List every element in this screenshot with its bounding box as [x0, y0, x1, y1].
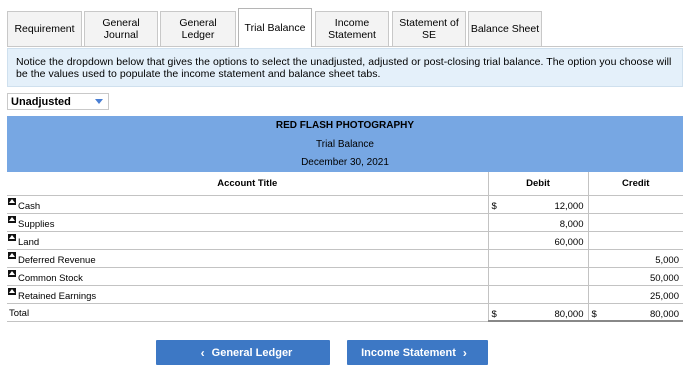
- column-header-credit: Credit: [588, 172, 683, 196]
- account-name: Land: [18, 236, 40, 248]
- account-cell[interactable]: Common Stock: [7, 267, 489, 286]
- tab-bar: Requirement General Journal General Ledg…: [7, 8, 683, 48]
- debit-cell[interactable]: $ 12,000: [488, 195, 589, 214]
- dollar-sign: $: [491, 308, 497, 320]
- debit-amount: 12,000: [554, 200, 584, 212]
- table-row: Deferred Revenue 5,000: [7, 249, 683, 268]
- arrow-up-icon: [8, 269, 16, 277]
- chevron-right-icon: ›: [462, 345, 467, 360]
- credit-amount: 5,000: [655, 254, 679, 266]
- trial-balance-type-select[interactable]: Unadjusted: [7, 93, 109, 110]
- credit-cell[interactable]: [588, 213, 683, 232]
- account-cell[interactable]: Supplies: [7, 213, 489, 232]
- tab-statement-of-se[interactable]: Statement of SE: [392, 11, 466, 46]
- next-button-label: Income Statement: [361, 346, 456, 359]
- arrow-up-icon: [8, 251, 16, 259]
- report-date: December 30, 2021: [301, 157, 389, 168]
- tab-income-statement[interactable]: Income Statement: [315, 11, 389, 46]
- total-label-cell: Total: [7, 303, 489, 322]
- table-header-row: Account Title Debit Credit: [7, 172, 683, 196]
- account-name: Supplies: [18, 218, 55, 230]
- tab-balance-sheet[interactable]: Balance Sheet: [468, 11, 542, 46]
- credit-cell[interactable]: 25,000: [588, 285, 683, 304]
- tab-requirement[interactable]: Requirement: [7, 11, 82, 46]
- debit-amount: 8,000: [559, 218, 584, 230]
- tab-trial-balance[interactable]: Trial Balance: [238, 8, 312, 47]
- report-title: Trial Balance: [316, 139, 374, 150]
- credit-cell[interactable]: 50,000: [588, 267, 683, 286]
- account-cell[interactable]: Cash: [7, 195, 489, 214]
- tab-general-journal[interactable]: General Journal: [84, 11, 158, 46]
- credit-cell[interactable]: [588, 195, 683, 214]
- account-cell[interactable]: Land: [7, 231, 489, 250]
- credit-cell[interactable]: [588, 231, 683, 250]
- chevron-down-icon: [95, 99, 103, 104]
- table-row: Land 60,000: [7, 231, 683, 250]
- total-credit-cell: $ 80,000: [588, 303, 683, 322]
- company-name: RED FLASH PHOTOGRAPHY: [275, 120, 415, 131]
- debit-amount: 60,000: [554, 236, 584, 248]
- table-row: Cash $ 12,000: [7, 195, 683, 214]
- dollar-sign: $: [491, 200, 497, 212]
- column-header-account: Account Title: [7, 172, 489, 196]
- prev-button-label: General Ledger: [211, 346, 293, 359]
- arrow-up-icon: [8, 215, 16, 223]
- column-header-debit: Debit: [488, 172, 589, 196]
- trial-balance-table: Account Title Debit Credit Cash $ 12,000…: [7, 172, 683, 322]
- prev-general-ledger-button[interactable]: ‹ General Ledger: [156, 340, 330, 365]
- debit-cell[interactable]: [488, 249, 589, 268]
- debit-cell[interactable]: [488, 285, 589, 304]
- account-cell[interactable]: Retained Earnings: [7, 285, 489, 304]
- table-row: Common Stock 50,000: [7, 267, 683, 286]
- account-name: Cash: [18, 200, 41, 212]
- total-debit-amount: 80,000: [554, 308, 584, 320]
- credit-cell[interactable]: 5,000: [588, 249, 683, 268]
- table-row: Retained Earnings 25,000: [7, 285, 683, 304]
- chevron-left-icon: ‹: [200, 345, 205, 360]
- arrow-up-icon: [8, 287, 16, 295]
- debit-cell[interactable]: [488, 267, 589, 286]
- dollar-sign: $: [591, 308, 597, 320]
- select-value: Unadjusted: [11, 95, 71, 108]
- total-credit-amount: 80,000: [649, 308, 679, 320]
- arrow-up-icon: [8, 197, 16, 205]
- account-cell[interactable]: Deferred Revenue: [7, 249, 489, 268]
- account-name: Deferred Revenue: [18, 254, 96, 266]
- account-name: Common Stock: [18, 272, 83, 284]
- debit-cell[interactable]: 60,000: [488, 231, 589, 250]
- credit-amount: 25,000: [649, 290, 679, 302]
- report-header: RED FLASH PHOTOGRAPHY Trial Balance Dece…: [7, 116, 683, 172]
- total-debit-cell: $ 80,000: [488, 303, 589, 322]
- total-row: Total $ 80,000 $ 80,000: [7, 303, 683, 322]
- total-label: Total: [9, 307, 30, 319]
- debit-cell[interactable]: 8,000: [488, 213, 589, 232]
- table-row: Supplies 8,000: [7, 213, 683, 232]
- credit-amount: 50,000: [649, 272, 679, 284]
- arrow-up-icon: [8, 233, 16, 241]
- instruction-notice: Notice the dropdown below that gives the…: [7, 48, 683, 87]
- next-income-statement-button[interactable]: Income Statement ›: [347, 340, 488, 365]
- account-name: Retained Earnings: [18, 290, 97, 302]
- tab-general-ledger[interactable]: General Ledger: [160, 11, 236, 46]
